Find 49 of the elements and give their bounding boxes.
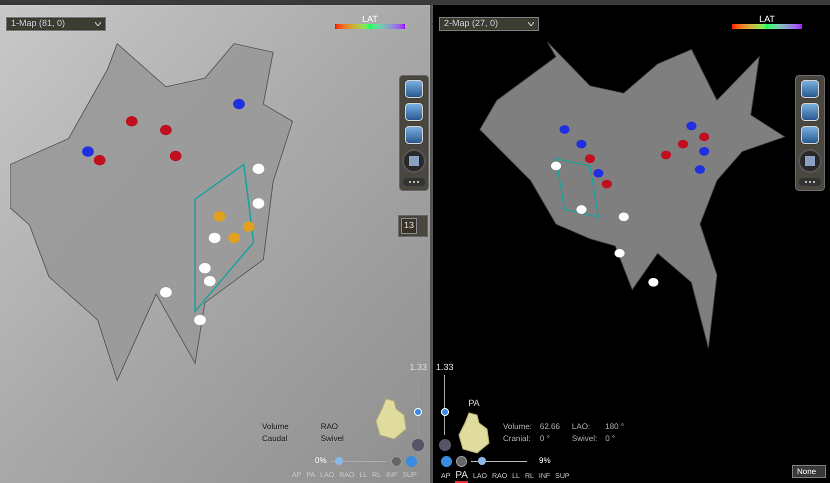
- more-icon[interactable]: [799, 178, 821, 186]
- map-dropdown[interactable]: 1-Map (81, 0): [6, 17, 106, 31]
- opacity-reading: 0%: [315, 455, 327, 467]
- map-dropdown[interactable]: 2-Map (27, 0): [439, 17, 539, 31]
- opacity-thumb[interactable]: [478, 457, 486, 465]
- info-value: 180 °: [605, 421, 626, 433]
- zoom-reading: 1.33: [409, 361, 427, 374]
- zoom-slider[interactable]: [440, 374, 449, 434]
- opacity-reading: 9%: [539, 455, 551, 467]
- caret-icon: [528, 22, 534, 26]
- tool-button[interactable]: [405, 103, 423, 121]
- info-label: RAO: [320, 421, 340, 433]
- tool-button[interactable]: [405, 126, 423, 144]
- record-button[interactable]: [798, 149, 822, 173]
- info-label: Swivel:: [572, 433, 598, 445]
- view-tab[interactable]: PA: [455, 470, 468, 483]
- info-label: Cranial:: [503, 433, 532, 445]
- zoom-slider[interactable]: [414, 374, 422, 434]
- opacity-slider[interactable]: [330, 457, 387, 465]
- point-count: 13: [401, 218, 417, 234]
- more-icon[interactable]: [403, 178, 425, 186]
- tool-button[interactable]: [801, 103, 819, 121]
- view-button[interactable]: [438, 438, 451, 450]
- info-value: 0 °: [605, 433, 616, 445]
- record-button[interactable]: [402, 149, 426, 173]
- caret-icon: [95, 22, 101, 26]
- tool-button[interactable]: [801, 126, 819, 144]
- zoom-thumb[interactable]: [440, 408, 449, 416]
- color-scale-bar: [335, 24, 405, 29]
- color-scale-bar: [732, 24, 802, 29]
- opacity-slider[interactable]: [471, 457, 527, 465]
- zoom-thumb[interactable]: [414, 408, 422, 416]
- info-value: 0 °: [540, 433, 551, 445]
- info-label: Volume:: [503, 421, 532, 433]
- tool-button[interactable]: [405, 80, 423, 98]
- info-value: 62.66: [540, 421, 561, 433]
- tool-button[interactable]: [801, 80, 819, 98]
- orientation-label: PA: [468, 397, 480, 410]
- legend-label: LAT: [362, 14, 378, 24]
- opacity-thumb[interactable]: [335, 457, 344, 465]
- heart-orientation-icon[interactable]: [457, 410, 491, 454]
- legend-label: LAT: [759, 14, 775, 24]
- rotate-icon[interactable]: [441, 456, 452, 466]
- info-label: Swivel: [320, 433, 344, 445]
- info-label: LAO:: [572, 421, 592, 433]
- info-label: Caudal: [262, 433, 288, 445]
- layer-dropdown[interactable]: None: [792, 465, 826, 478]
- info-label: Volume: [262, 421, 289, 433]
- zoom-reading: 1.33: [436, 361, 454, 374]
